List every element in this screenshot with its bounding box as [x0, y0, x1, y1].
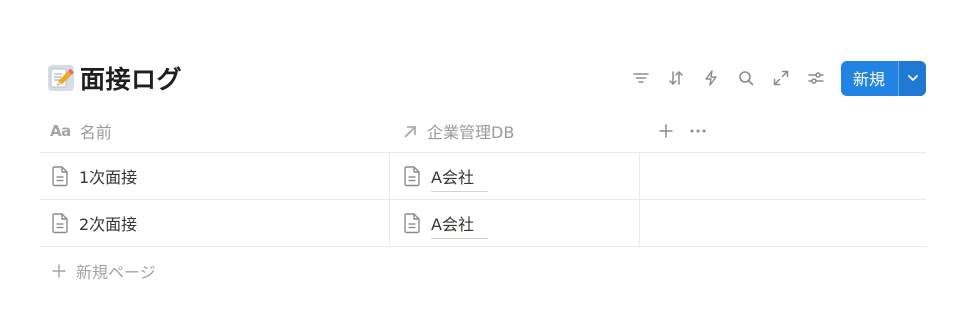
column-header-name[interactable]: Aa 名前 — [40, 110, 390, 152]
relation-link[interactable]: A会社 — [431, 211, 488, 239]
column-header-label: 企業管理DB — [427, 123, 515, 142]
row-name[interactable]: 2次面接 — [79, 211, 137, 235]
chevron-down-icon[interactable] — [898, 60, 926, 96]
table-row[interactable]: 2次面接 A会社 — [40, 200, 926, 247]
page-icon — [50, 212, 70, 234]
plus-icon — [52, 261, 66, 281]
new-page-label: 新規ページ — [76, 263, 156, 282]
search-icon[interactable] — [729, 62, 764, 94]
name-cell[interactable]: 1次面接 — [40, 153, 390, 199]
name-cell[interactable]: 2次面接 — [40, 200, 390, 246]
column-header-actions — [640, 110, 926, 152]
settings-sliders-icon[interactable] — [799, 62, 834, 94]
new-button-label[interactable]: 新規 — [841, 61, 898, 96]
empty-cell — [640, 200, 926, 246]
database-page: 面接ログ 新規 Aa 名前 企業管理DB 1次面接 A会社 2次面接 A会社 新… — [0, 0, 972, 325]
relation-cell[interactable]: A会社 — [390, 200, 640, 246]
page-icon — [50, 165, 70, 187]
page-icon — [402, 212, 422, 234]
expand-icon[interactable] — [764, 62, 799, 94]
row-name[interactable]: 1次面接 — [79, 164, 137, 188]
relation-link[interactable]: A会社 — [431, 164, 488, 192]
lightning-icon[interactable] — [694, 62, 729, 94]
column-header-company[interactable]: 企業管理DB — [390, 110, 640, 152]
filter-icon[interactable] — [624, 62, 659, 94]
add-property-icon[interactable] — [650, 116, 682, 146]
page-title-row: 面接ログ — [48, 60, 182, 96]
table-header: Aa 名前 企業管理DB — [40, 110, 926, 153]
table-row[interactable]: 1次面接 A会社 — [40, 153, 926, 200]
database-table: Aa 名前 企業管理DB 1次面接 A会社 2次面接 A会社 — [40, 110, 926, 247]
new-page-button[interactable]: 新規ページ — [52, 259, 156, 283]
sort-icon[interactable] — [659, 62, 694, 94]
new-button[interactable]: 新規 — [840, 60, 926, 96]
empty-cell — [640, 153, 926, 199]
column-header-label: 名前 — [79, 123, 112, 142]
memo-pencil-icon[interactable] — [48, 65, 74, 91]
arrow-up-right-icon — [402, 123, 419, 140]
text-property-icon: Aa — [50, 122, 71, 140]
database-toolbar: 新規 — [624, 60, 926, 96]
page-title[interactable]: 面接ログ — [80, 60, 182, 96]
page-icon — [402, 165, 422, 187]
more-options-icon[interactable] — [682, 116, 714, 146]
relation-cell[interactable]: A会社 — [390, 153, 640, 199]
